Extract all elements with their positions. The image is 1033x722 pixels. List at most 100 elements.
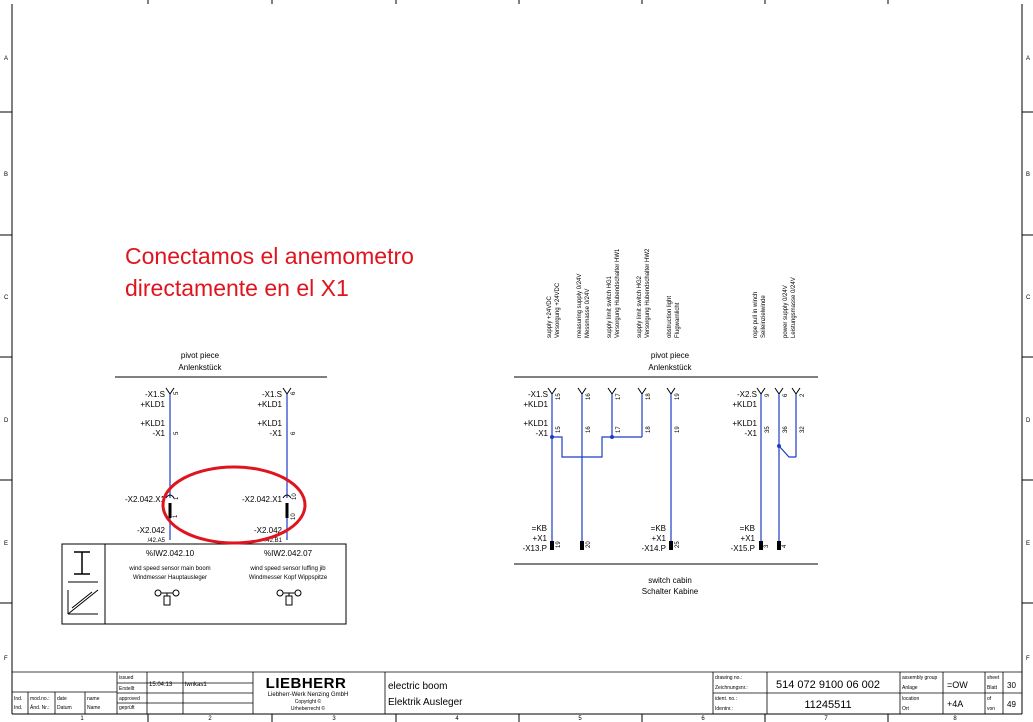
supply-label-de: Versorgung +24VDC [555,282,561,338]
tb-issued-de: Erstellt [119,686,135,692]
x1-label: +X1 [533,534,548,543]
group1-forks [547,387,676,395]
pin-label: 18 [646,393,652,400]
kld-label: +KLD1 [140,400,165,409]
supply-label-de: Leistungsmasse 0/24V [791,277,797,338]
tb-desc-de: Elektrik Ausleger [388,697,463,708]
kld-label: +KLD1 [523,400,548,409]
sensor-b-desc-en: wind speed sensor luffing jib [249,566,326,572]
tb-sheet-label: sheet [987,675,1000,681]
supply-label-de: Seileinzielwinde [761,295,767,338]
conn-label: -X1.S [528,390,548,399]
sensor-a-id: %IW2.042.10 [146,549,195,558]
col-number-2: 2 [208,716,212,722]
tb-date-de: Datum [57,705,72,711]
row-letter-e-right: E [1026,541,1030,547]
term-label: -X13.P [523,544,547,553]
kld-label: +KLD1 [732,419,757,428]
row-letter-a-right: A [1026,56,1030,62]
pin-label: 17 [616,426,622,433]
group2-top-pins: 9 6 2 [765,393,806,397]
tb-mod-no: mod.no.: [30,696,49,702]
pin-label: 16 [586,393,592,400]
kb-label: =KB [532,524,547,533]
sensor-b-column: -X1.S +KLD1 6 +KLD1 -X1 6 -X2.042.X1 10 … [242,387,298,544]
annotation-line-2: directamente en el X1 [125,275,349,301]
connector-fork-icon [165,387,175,395]
supply-labels: supply +24VDC Versorgung +24VDC measurin… [547,248,797,338]
row-letter-b-right: B [1026,172,1030,178]
pin-label: 10 [291,513,297,520]
row-letter-c-right: C [1026,295,1031,301]
conn-label: -X2.042.X1 [242,495,283,504]
col-number-3: 3 [332,716,336,722]
kb-label: =KB [740,524,755,533]
pin-label: 4 [782,544,788,548]
sensor-a-desc-de: Windmesser Hauptausleger [133,575,207,581]
pin-label: 32 [800,426,806,433]
conn-label: -X1 [536,429,549,438]
cabin-label-en: switch cabin [648,576,692,585]
conn-label: -X1 [153,429,166,438]
pin-label: 2 [800,393,806,397]
row-letter-c: C [4,295,9,301]
pin-label: 5 [174,431,180,435]
col-number-1: 1 [80,716,84,722]
conn-label: -X1 [270,429,283,438]
sensor-a-column: -X1.S +KLD1 5 +KLD1 -X1 5 -X2.042.X1 1 1… [125,387,180,544]
tb-mod-no-de: Änd. Nr.: [30,704,49,711]
pin-label: 6 [783,393,789,397]
col-number-4: 4 [455,716,459,722]
tb-location-label: location [902,696,919,702]
tb-approved-en: approved [119,696,140,702]
tb-assembly-label: assembly group [902,675,938,681]
tb-date: date [57,696,67,702]
kld-label: +KLD1 [140,419,165,428]
supply-label-en: obstruction light [667,296,673,338]
tb-name: name [87,696,100,702]
tb-drawing-label-de: Zeichnungsnr.: [715,685,748,691]
tb-sheet-label-de: Blatt [987,685,998,691]
row-letter-d-right: D [1026,418,1031,424]
pin-label: 10 [292,493,298,500]
tb-location-label-de: Ort [902,706,910,712]
tb-ident-no: 11245511 [804,699,851,711]
right-pivot-piece: supply +24VDC Versorgung +24VDC measurin… [514,248,818,596]
connector-fork-icon [282,387,292,395]
left-pivot-title-de: Anlenkstück [178,363,222,372]
group1-top-pins: 15 16 17 18 19 [556,393,681,400]
row-letter-f-right: F [1026,656,1030,662]
tb-copyright-de: Urheberrecht © [291,705,326,712]
tb-issued-by: lwnkas1 [185,682,207,688]
ref-label: /42.A5 [148,538,166,544]
col-number-5: 5 [578,716,582,722]
junction-dot [777,444,781,448]
tb-of: 49 [1007,700,1016,709]
group2-mid-pins: 35 36 32 [765,426,806,433]
right-pivot-title-de: Anlenkstück [648,363,692,372]
conn-label: -X1 [745,429,758,438]
pin-label: 36 [783,426,789,433]
kld-label: +KLD1 [257,400,282,409]
terminal-blocks [759,541,781,550]
pin-label: 17 [616,393,622,400]
tb-drawing-no: 514 072 9100 06 002 [776,679,880,691]
kld-label: +KLD1 [257,419,282,428]
kld-label: +KLD1 [732,400,757,409]
pin-label: 19 [556,541,562,548]
pin-label: 15 [556,426,562,433]
pin-label: 1 [173,514,179,518]
sensor-a-desc-en: wind speed sensor main boom [128,566,210,572]
title-block: Ind. Ind. mod.no.: Änd. Nr.: date Datum … [12,671,1022,714]
supply-label-de: Versorgung Hubendschalter HW2 [645,248,651,338]
x1-label: +X1 [652,534,667,543]
pin-label: 15 [556,393,562,400]
kld-label: +KLD1 [523,419,548,428]
tb-assembly-label-de: Anlage [902,685,918,691]
tb-drawing-label: drawing no.: [715,675,742,681]
pin-label: 16 [586,426,592,433]
highlight-ellipse [161,465,307,545]
conn-label: -X1.S [262,390,282,399]
tb-approved-de: geprüft [119,705,135,711]
row-letter-e: E [4,541,8,547]
